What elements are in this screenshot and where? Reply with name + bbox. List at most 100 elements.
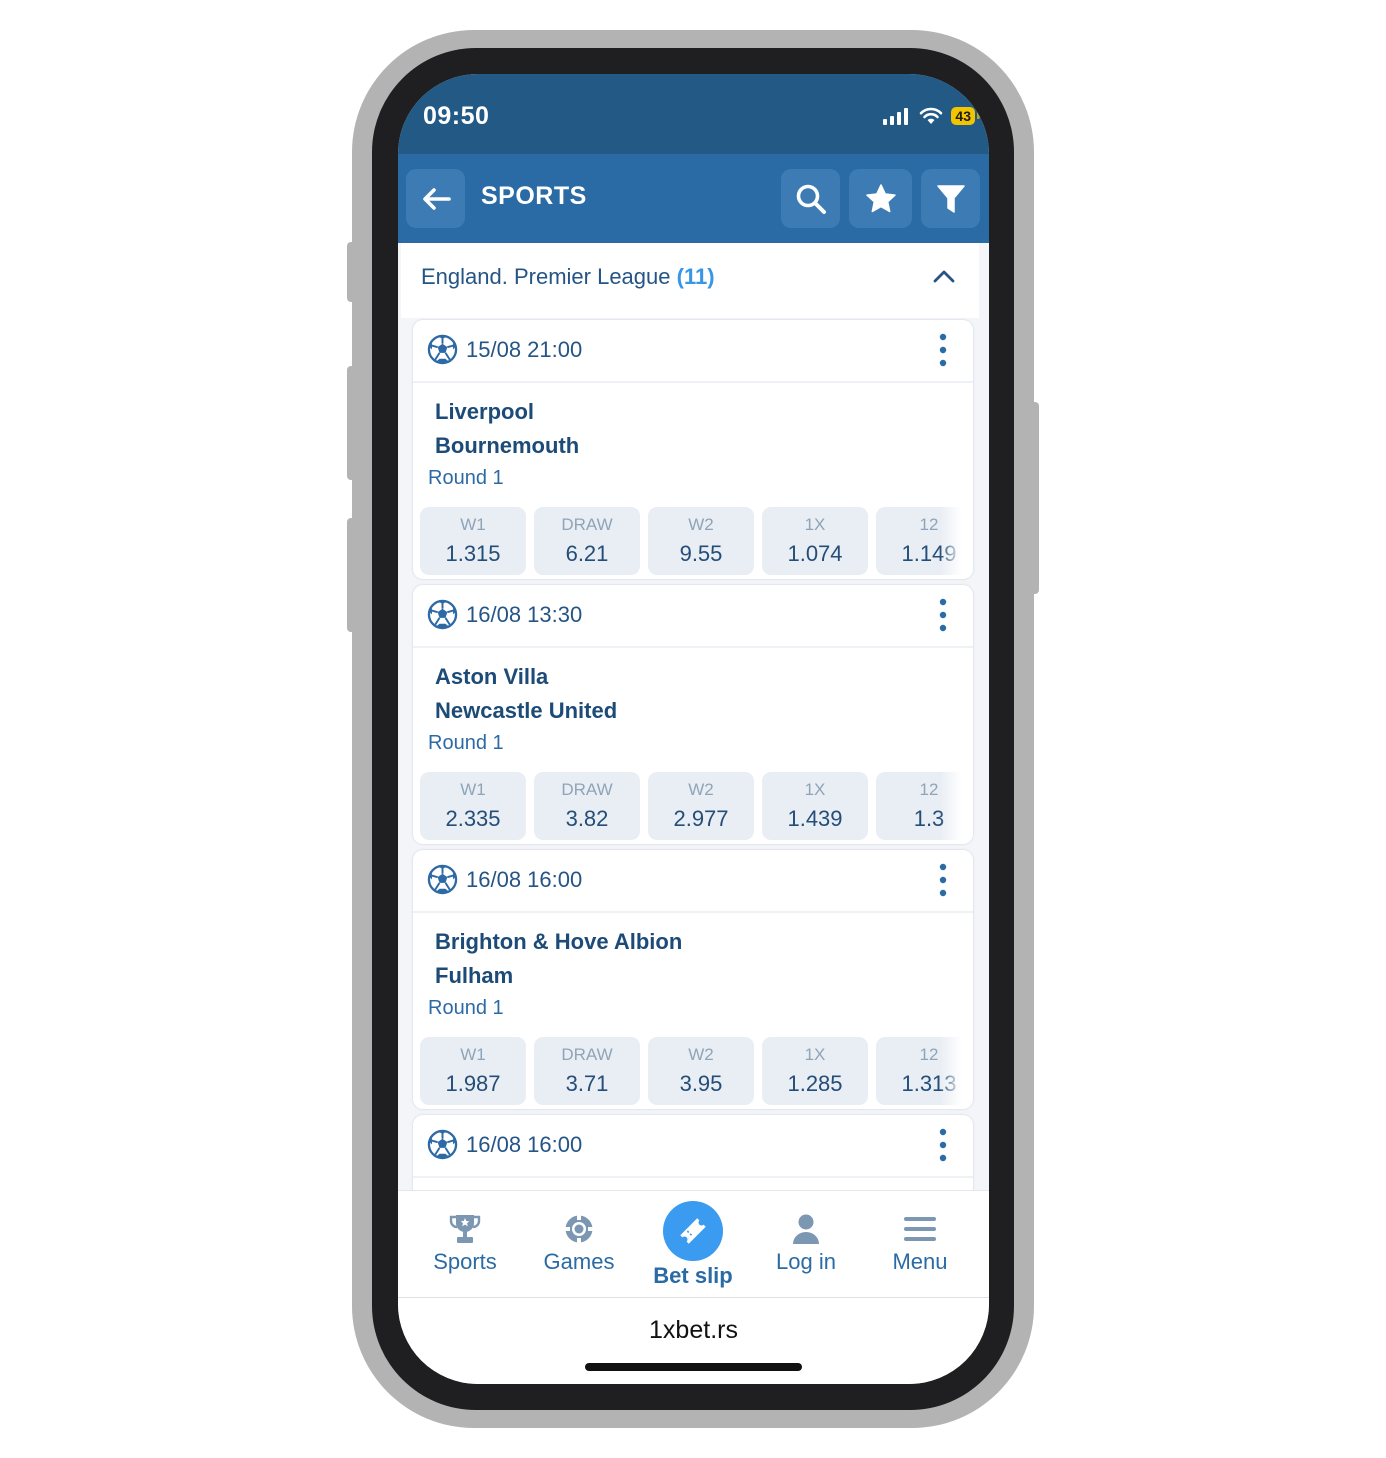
league-name: England. Premier League (421, 264, 671, 289)
odd-button-w1[interactable]: W1 2.335 (420, 772, 526, 840)
tab-label: Bet slip (653, 1263, 733, 1288)
match-card[interactable]: 16/08 16:00 Brighton & Hove Albion Fulha… (413, 850, 973, 1109)
league-title: England. Premier League (11) (421, 264, 715, 290)
soccer-ball-icon (427, 1129, 458, 1160)
team-away: Fulham (435, 963, 514, 988)
match-datetime: 16/08 13:30 (466, 602, 583, 627)
odd-label: 1X (804, 1045, 826, 1064)
odd-button-draw[interactable]: DRAW 6.21 (534, 507, 640, 575)
odd-button-1x[interactable]: 1X 1.439 (762, 772, 868, 840)
tab-sports[interactable]: Sports (410, 1191, 520, 1298)
odd-label: W2 (688, 1045, 714, 1064)
tab-label: Menu (892, 1249, 948, 1274)
silent-switch (347, 242, 355, 302)
odd-label: W1 (460, 780, 486, 799)
odd-button-w2[interactable]: W2 2.977 (648, 772, 754, 840)
odd-label: DRAW (561, 780, 613, 799)
odd-value: 1.315 (445, 541, 501, 566)
team-home: Liverpool (435, 399, 535, 424)
match-card[interactable]: 15/08 21:00 Liverpool Bournemouth Round … (413, 320, 973, 579)
filter-icon (936, 184, 965, 213)
odd-label: 1X (804, 780, 826, 799)
odd-label: DRAW (561, 1045, 613, 1064)
odd-button-draw[interactable]: DRAW 3.71 (534, 1037, 640, 1105)
chevron-up-icon[interactable] (933, 269, 955, 283)
soccer-ball-icon (427, 334, 458, 365)
match-datetime: 15/08 21:00 (466, 337, 583, 362)
status-time: 09:50 (423, 102, 490, 130)
match-card[interactable]: 16/08 16:00 (413, 1115, 973, 1190)
odd-label: W2 (688, 780, 714, 799)
match-round: Round 1 (428, 732, 504, 754)
team-away: Bournemouth (435, 433, 580, 458)
tab-menu[interactable]: Menu (865, 1191, 975, 1298)
match-card-header: 15/08 21:00 (413, 320, 973, 383)
arrow-left-icon (422, 187, 451, 210)
url-text: 1xbet.rs (649, 1316, 738, 1344)
odd-button-w1[interactable]: W1 1.315 (420, 507, 526, 575)
menu-icon (904, 1217, 936, 1241)
odd-button-draw[interactable]: DRAW 3.82 (534, 772, 640, 840)
odd-label: W2 (688, 515, 714, 534)
odd-label: DRAW (561, 515, 613, 534)
odd-value: 1.987 (445, 1071, 501, 1096)
soccer-ball-icon (427, 599, 458, 630)
match-datetime: 16/08 16:00 (466, 867, 583, 892)
user-icon (793, 1214, 819, 1244)
more-options-icon[interactable] (938, 598, 948, 632)
more-options-icon[interactable] (938, 1128, 948, 1162)
match-card-header: 16/08 16:00 (413, 1115, 973, 1178)
tab-log-in[interactable]: Log in (751, 1191, 861, 1298)
tab-games[interactable]: Games (524, 1191, 634, 1298)
odd-value: 3.95 (679, 1071, 723, 1096)
match-datetime: 16/08 16:00 (466, 1132, 583, 1157)
wifi-icon (920, 107, 943, 124)
match-card[interactable]: 16/08 13:30 Aston Villa Newcastle United… (413, 585, 973, 844)
odd-label: W1 (460, 1045, 486, 1064)
odd-button-w1[interactable]: W1 1.987 (420, 1037, 526, 1105)
volume-up-button (347, 366, 355, 480)
league-header[interactable]: England. Premier League (11) (401, 243, 979, 318)
search-icon (796, 184, 826, 214)
bet-slip-button[interactable] (663, 1201, 723, 1261)
odd-value: 1.074 (787, 541, 843, 566)
page-title: SPORTS (481, 182, 587, 210)
odd-value: 2.335 (445, 806, 501, 831)
ticket-icon (680, 1218, 706, 1244)
odds-row: W1 1.315 DRAW 6.21 W2 9.55 1X 1.074 12 1.149 (420, 507, 962, 575)
odd-value: 1.285 (787, 1071, 843, 1096)
soccer-ball-icon (427, 864, 458, 895)
odds-fade (940, 507, 962, 575)
trophy-icon (449, 1215, 481, 1243)
odd-value: 2.977 (673, 806, 729, 831)
back-button[interactable] (406, 169, 465, 228)
home-indicator[interactable] (585, 1363, 802, 1371)
odds-fade (940, 772, 962, 840)
status-icons: 43 (883, 107, 980, 125)
filter-button[interactable] (921, 169, 980, 228)
odd-value: 1.439 (787, 806, 843, 831)
odd-button-1x[interactable]: 1X 1.285 (762, 1037, 868, 1105)
volume-down-button (347, 518, 355, 632)
odd-button-1x[interactable]: 1X 1.074 (762, 507, 868, 575)
more-options-icon[interactable] (938, 333, 948, 367)
tab-label: Sports (433, 1249, 497, 1274)
odds-row: W1 1.987 DRAW 3.71 W2 3.95 1X 1.285 12 1.313 (420, 1037, 962, 1105)
odd-label: W1 (460, 515, 486, 534)
browser-url-bar[interactable]: 1xbet.rs (398, 1297, 989, 1384)
odd-button-w2[interactable]: W2 3.95 (648, 1037, 754, 1105)
match-card-header: 16/08 16:00 (413, 850, 973, 913)
team-away: Newcastle United (435, 698, 618, 723)
more-options-icon[interactable] (938, 863, 948, 897)
signal-icon (883, 108, 909, 125)
odd-button-w2[interactable]: W2 9.55 (648, 507, 754, 575)
star-icon (865, 183, 896, 212)
chip-icon (565, 1215, 593, 1243)
status-bar: 09:50 43 (398, 74, 989, 154)
odd-value: 6.21 (565, 541, 609, 566)
odds-row: W1 2.335 DRAW 3.82 W2 2.977 1X 1.439 12 1.3 (420, 772, 962, 840)
phone-screen: 09:50 43 SPORTS England. Premier League … (398, 74, 989, 1384)
search-button[interactable] (781, 169, 840, 228)
favorites-button[interactable] (849, 169, 912, 228)
odd-value: 3.71 (565, 1071, 609, 1096)
